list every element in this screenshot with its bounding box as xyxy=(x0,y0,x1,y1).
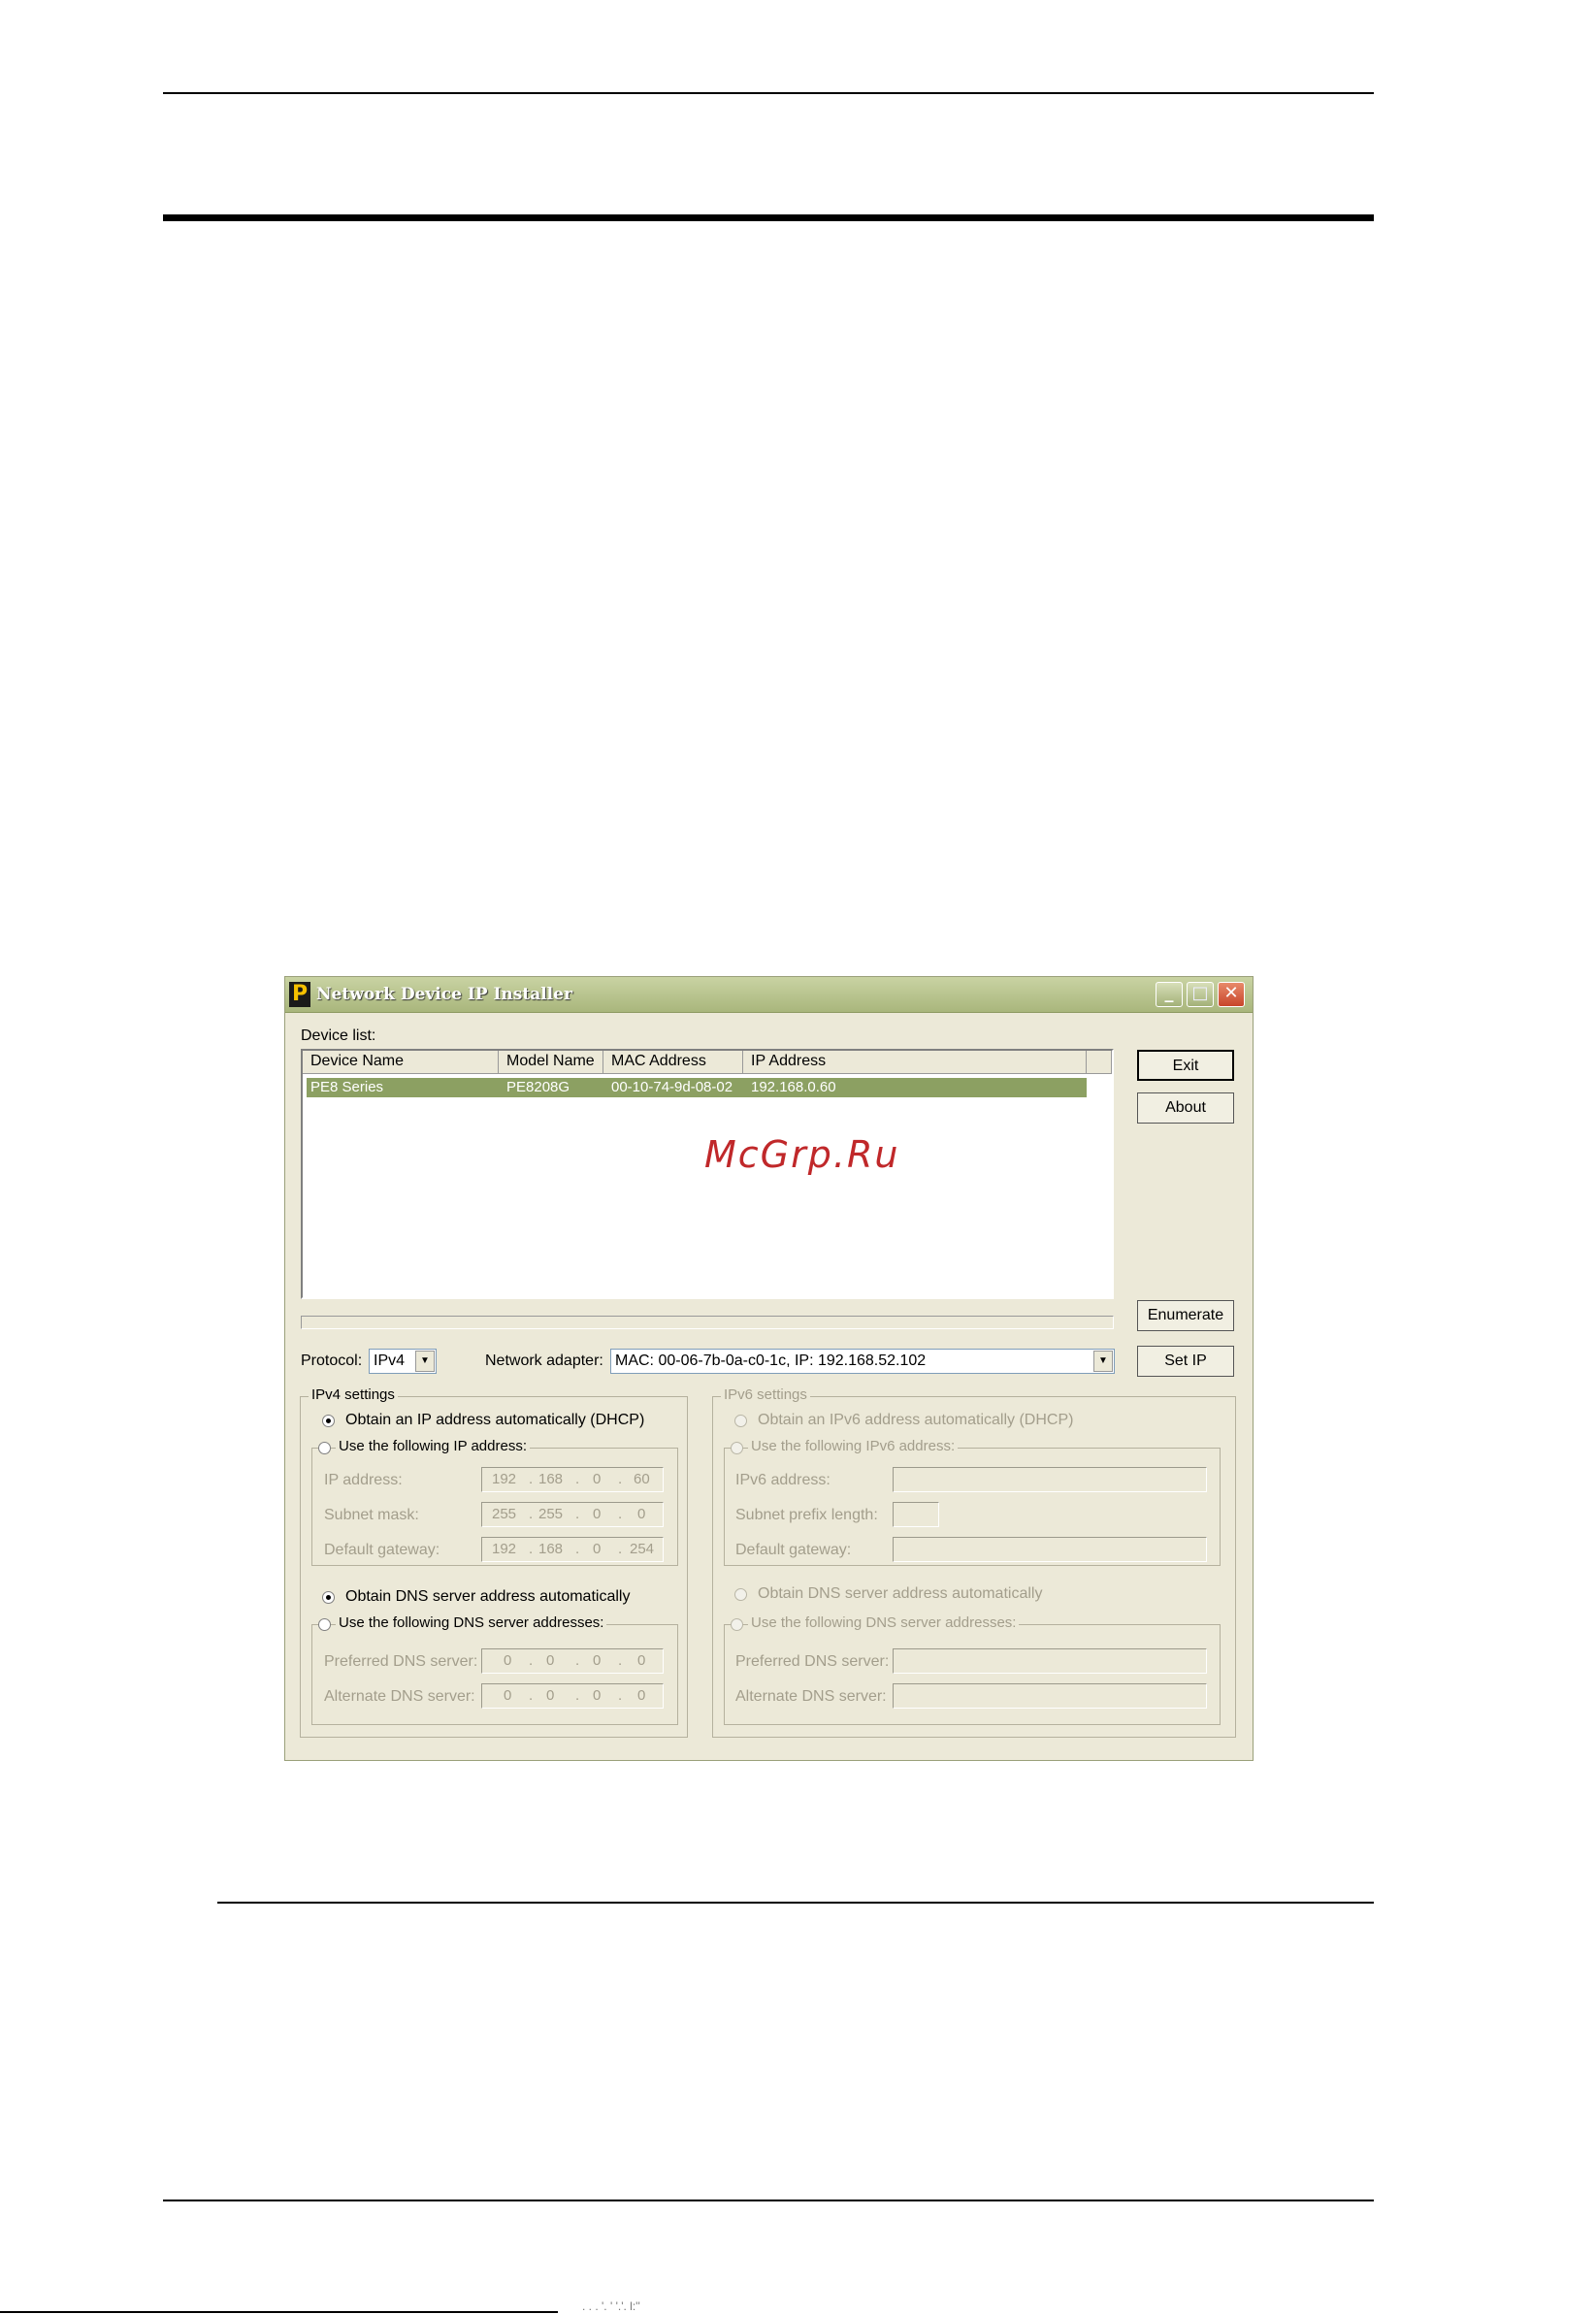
top-thin-rule xyxy=(163,92,1374,94)
ip-octet: 0 xyxy=(637,1652,646,1669)
protocol-select[interactable]: IPv4 ▼ xyxy=(369,1349,437,1374)
exit-button[interactable]: Exit xyxy=(1137,1050,1234,1081)
ip-octet: 0 xyxy=(504,1687,512,1704)
protocol-label: Protocol: xyxy=(301,1353,363,1369)
top-thick-rule xyxy=(163,214,1374,221)
progress-bar xyxy=(301,1316,1114,1329)
column-header-model-name[interactable]: Model Name xyxy=(499,1051,603,1074)
ipv6-address-field[interactable] xyxy=(893,1467,1207,1492)
ipv6-preferred-dns-field[interactable] xyxy=(893,1648,1207,1674)
dns-auto-label[interactable]: Obtain DNS server address automatically xyxy=(345,1588,630,1606)
column-header-mac-address[interactable]: MAC Address xyxy=(603,1051,743,1074)
ipv4-static-label[interactable]: Use the following IP address: xyxy=(336,1438,530,1454)
cell-model-name: PE8208G xyxy=(506,1079,570,1095)
ipv6-settings-title: IPv6 settings xyxy=(721,1386,810,1403)
ipv6-dhcp-radio[interactable] xyxy=(734,1415,747,1427)
ip-octet: 255 xyxy=(492,1506,517,1522)
ip-octet: 0 xyxy=(593,1541,602,1557)
ipv4-static-radio[interactable] xyxy=(318,1442,331,1454)
cell-ip-address: 192.168.0.60 xyxy=(751,1079,836,1095)
ipv6-alternate-dns-field[interactable] xyxy=(893,1683,1207,1709)
minimize-button[interactable]: _ xyxy=(1156,982,1183,1007)
ipv6-gateway-label: Default gateway: xyxy=(735,1542,852,1558)
title-bar[interactable]: P Network Device IP Installer _ □ ✕ xyxy=(285,977,1253,1013)
network-adapter-label: Network adapter: xyxy=(485,1353,603,1369)
chevron-down-icon[interactable]: ▼ xyxy=(415,1351,435,1372)
chevron-down-icon[interactable]: ▼ xyxy=(1093,1351,1113,1372)
ipv6-static-radio[interactable] xyxy=(731,1442,743,1454)
about-button[interactable]: About xyxy=(1137,1092,1234,1124)
alternate-dns-field[interactable]: 0. 0. 0. 0 xyxy=(481,1683,664,1709)
device-list-label: Device list: xyxy=(301,1027,376,1044)
ip-address-label: IP address: xyxy=(324,1472,403,1488)
ipv4-dhcp-radio[interactable] xyxy=(322,1415,335,1427)
watermark: McGrp.Ru xyxy=(704,1133,900,1176)
ip-installer-window: P Network Device IP Installer _ □ ✕ Devi… xyxy=(284,976,1254,1761)
app-icon: P xyxy=(289,982,310,1007)
ipv4-dhcp-label[interactable]: Obtain an IP address automatically (DHCP… xyxy=(345,1412,644,1429)
ip-octet: 0 xyxy=(593,1471,602,1487)
prefix-length-label: Subnet prefix length: xyxy=(735,1507,878,1523)
ip-octet: 168 xyxy=(538,1541,564,1557)
column-header-filler xyxy=(1087,1051,1112,1074)
dns-auto-radio[interactable] xyxy=(322,1591,335,1604)
ipv6-preferred-dns-label: Preferred DNS server: xyxy=(735,1653,890,1670)
footer-rule xyxy=(163,2200,1374,2201)
ipv6-static-label[interactable]: Use the following IPv6 address: xyxy=(748,1438,959,1454)
ip-octet: 0 xyxy=(546,1687,555,1704)
ipv6-dns-static-radio[interactable] xyxy=(731,1618,743,1631)
enumerate-button[interactable]: Enumerate xyxy=(1137,1300,1234,1331)
ipv6-dns-auto-radio[interactable] xyxy=(734,1588,747,1601)
ip-octet: 192 xyxy=(492,1471,517,1487)
ip-octet: 168 xyxy=(538,1471,564,1487)
ipv6-dns-auto-label[interactable]: Obtain DNS server address automatically xyxy=(758,1585,1042,1603)
subnet-mask-field[interactable]: 255. 255. 0. 0 xyxy=(481,1502,664,1527)
dns-static-label[interactable]: Use the following DNS server addresses: xyxy=(336,1614,607,1631)
preferred-dns-label: Preferred DNS server: xyxy=(324,1653,478,1670)
window-title: Network Device IP Installer xyxy=(316,985,572,1004)
ipv6-address-label: IPv6 address: xyxy=(735,1472,831,1488)
alternate-dns-label: Alternate DNS server: xyxy=(324,1688,475,1705)
default-gateway-label: Default gateway: xyxy=(324,1542,440,1558)
bottom-rule xyxy=(0,2311,558,2313)
ip-octet: 255 xyxy=(538,1506,564,1522)
ipv4-settings-title: IPv4 settings xyxy=(309,1386,398,1403)
network-adapter-select[interactable]: MAC: 00-06-7b-0a-c0-1c, IP: 192.168.52.1… xyxy=(610,1349,1115,1374)
ip-address-field[interactable]: 192. 168. 0. 60 xyxy=(481,1467,664,1492)
ip-octet: 0 xyxy=(637,1506,646,1522)
ip-octet: 0 xyxy=(593,1652,602,1669)
dns-static-group: Use the following DNS server addresses: xyxy=(311,1614,678,1725)
ip-octet: 0 xyxy=(593,1687,602,1704)
column-header-ip-address[interactable]: IP Address xyxy=(743,1051,1087,1074)
ipv6-dns-static-label[interactable]: Use the following DNS server addresses: xyxy=(748,1614,1020,1631)
prefix-length-field[interactable] xyxy=(893,1502,939,1527)
ipv6-dhcp-label[interactable]: Obtain an IPv6 address automatically (DH… xyxy=(758,1412,1073,1429)
subnet-mask-label: Subnet mask: xyxy=(324,1507,419,1523)
ip-octet: 254 xyxy=(630,1541,655,1557)
protocol-value: IPv4 xyxy=(374,1353,406,1369)
ip-octet: 192 xyxy=(492,1541,517,1557)
ip-octet: 0 xyxy=(504,1652,512,1669)
cell-mac-address: 00-10-74-9d-08-02 xyxy=(611,1079,733,1095)
footer-text: . . . '. ' '.'. l:'' xyxy=(582,2299,640,2313)
set-ip-button[interactable]: Set IP xyxy=(1137,1346,1234,1377)
default-gateway-field[interactable]: 192. 168. 0. 254 xyxy=(481,1537,664,1562)
preferred-dns-field[interactable]: 0. 0. 0. 0 xyxy=(481,1648,664,1674)
lower-rule xyxy=(217,1902,1374,1904)
column-header-device-name[interactable]: Device Name xyxy=(303,1051,499,1074)
maximize-button[interactable]: □ xyxy=(1187,982,1214,1007)
ipv6-alternate-dns-label: Alternate DNS server: xyxy=(735,1688,887,1705)
ip-octet: 60 xyxy=(634,1471,650,1487)
ip-octet: 0 xyxy=(637,1687,646,1704)
ip-octet: 0 xyxy=(593,1506,602,1522)
cell-device-name: PE8 Series xyxy=(310,1079,384,1095)
close-button[interactable]: ✕ xyxy=(1218,982,1245,1007)
ip-octet: 0 xyxy=(546,1652,555,1669)
dns-static-radio[interactable] xyxy=(318,1618,331,1631)
ipv6-dns-static-group: Use the following DNS server addresses: xyxy=(724,1614,1221,1725)
ipv6-gateway-field[interactable] xyxy=(893,1537,1207,1562)
network-adapter-value: MAC: 00-06-7b-0a-c0-1c, IP: 192.168.52.1… xyxy=(615,1353,927,1369)
